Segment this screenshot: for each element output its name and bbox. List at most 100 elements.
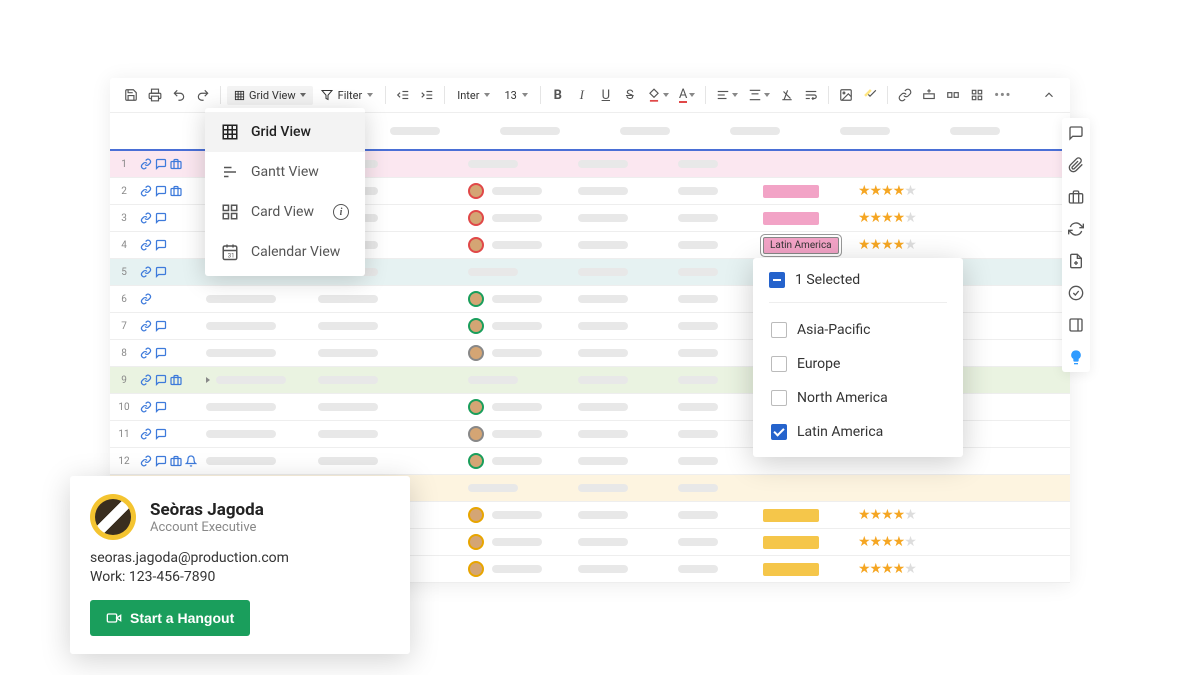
more-icon[interactable]: ••• <box>990 84 1015 106</box>
link-icon[interactable] <box>140 428 152 440</box>
row-avatar[interactable] <box>468 210 484 226</box>
redo-icon[interactable] <box>192 84 214 106</box>
comment-icon[interactable] <box>155 455 167 467</box>
valign-icon[interactable] <box>744 84 774 106</box>
briefcase-icon[interactable] <box>170 374 182 386</box>
rating-stars[interactable]: ★★★★★ <box>858 183 916 199</box>
link-icon[interactable] <box>140 347 152 359</box>
comment-icon[interactable] <box>155 320 167 332</box>
print-icon[interactable] <box>144 84 166 106</box>
link-icon[interactable] <box>140 185 152 197</box>
comment-icon[interactable] <box>155 401 167 413</box>
bold-icon[interactable]: B <box>547 84 569 106</box>
briefcase-icon[interactable] <box>170 158 182 170</box>
attachment-rail-icon[interactable] <box>1067 156 1085 174</box>
link-icon[interactable] <box>140 293 152 305</box>
link-icon[interactable] <box>140 239 152 251</box>
link-icon[interactable] <box>140 320 152 332</box>
rating-stars[interactable]: ★★★★★ <box>858 534 916 550</box>
undo-icon[interactable] <box>168 84 190 106</box>
expand-icon[interactable] <box>206 377 210 383</box>
link-icon[interactable] <box>140 212 152 224</box>
row-avatar[interactable] <box>468 453 484 469</box>
comment-icon[interactable] <box>155 212 167 224</box>
view-selector[interactable]: Grid View <box>227 86 313 105</box>
row-avatar[interactable] <box>468 507 484 523</box>
link-icon[interactable] <box>140 374 152 386</box>
merge-icon[interactable] <box>942 84 964 106</box>
region-tag[interactable]: Latin America <box>763 237 839 254</box>
filter-button[interactable]: Filter <box>315 86 380 105</box>
briefcase-rail-icon[interactable] <box>1067 188 1085 206</box>
comment-rail-icon[interactable] <box>1067 124 1085 142</box>
comment-icon[interactable] <box>155 239 167 251</box>
info-icon[interactable]: i <box>333 204 349 220</box>
save-icon[interactable] <box>120 84 142 106</box>
link-icon[interactable] <box>894 84 916 106</box>
region-tag[interactable] <box>763 536 819 549</box>
rating-stars[interactable]: ★★★★★ <box>858 210 916 226</box>
function-icon[interactable] <box>966 84 988 106</box>
filter-option[interactable]: North America <box>769 381 947 415</box>
rating-stars[interactable]: ★★★★★ <box>858 507 916 523</box>
rating-stars[interactable]: ★★★★★ <box>858 561 916 577</box>
wrap-text-icon[interactable] <box>800 84 822 106</box>
briefcase-icon[interactable] <box>170 185 182 197</box>
filter-option[interactable]: Asia-Pacific <box>769 313 947 347</box>
row-avatar[interactable] <box>468 183 484 199</box>
filter-option[interactable]: Latin America <box>769 415 947 449</box>
panel-rail-icon[interactable] <box>1067 316 1085 334</box>
view-menu-item[interactable]: Grid View <box>205 112 365 152</box>
link-icon[interactable] <box>140 266 152 278</box>
font-size-select[interactable]: 13 <box>498 86 533 105</box>
underline-icon[interactable]: U <box>595 84 617 106</box>
comment-icon[interactable] <box>155 266 167 278</box>
highlight-icon[interactable] <box>859 84 881 106</box>
row-avatar[interactable] <box>468 534 484 550</box>
region-tag[interactable] <box>763 212 819 225</box>
comment-icon[interactable] <box>155 374 167 386</box>
region-tag[interactable] <box>763 509 819 522</box>
row-avatar[interactable] <box>468 426 484 442</box>
align-icon[interactable] <box>712 84 742 106</box>
view-menu-item[interactable]: Card Viewi <box>205 192 365 232</box>
activity-rail-icon[interactable] <box>1067 284 1085 302</box>
link-icon[interactable] <box>140 401 152 413</box>
text-color-icon[interactable]: A <box>675 84 699 106</box>
start-hangout-button[interactable]: Start a Hangout <box>90 600 250 636</box>
italic-icon[interactable]: I <box>571 84 593 106</box>
comment-icon[interactable] <box>155 185 167 197</box>
row-avatar[interactable] <box>468 291 484 307</box>
image-icon[interactable] <box>835 84 857 106</box>
hint-rail-icon[interactable] <box>1067 348 1085 366</box>
row-avatar[interactable] <box>468 399 484 415</box>
refresh-rail-icon[interactable] <box>1067 220 1085 238</box>
insert-row-icon[interactable] <box>918 84 940 106</box>
row-avatar[interactable] <box>468 237 484 253</box>
link-icon[interactable] <box>140 455 152 467</box>
indent-icon[interactable] <box>416 84 438 106</box>
chevron-up-icon[interactable] <box>1038 84 1060 106</box>
comment-icon[interactable] <box>155 158 167 170</box>
row-avatar[interactable] <box>468 318 484 334</box>
strikethrough-icon[interactable]: S <box>619 84 641 106</box>
link-icon[interactable] <box>140 158 152 170</box>
view-menu-item[interactable]: Gantt View <box>205 152 365 192</box>
file-add-rail-icon[interactable] <box>1067 252 1085 270</box>
region-tag[interactable] <box>763 563 819 576</box>
row-avatar[interactable] <box>468 561 484 577</box>
clear-format-icon[interactable] <box>776 84 798 106</box>
outdent-icon[interactable] <box>392 84 414 106</box>
comment-icon[interactable] <box>155 347 167 359</box>
row-avatar[interactable] <box>468 345 484 361</box>
indeterminate-checkbox-icon[interactable] <box>769 272 785 288</box>
rating-stars[interactable]: ★★★★★ <box>858 237 916 253</box>
font-family-select[interactable]: Inter <box>451 86 496 105</box>
comment-icon[interactable] <box>155 428 167 440</box>
fill-color-icon[interactable] <box>643 84 673 106</box>
bell-icon[interactable] <box>185 455 197 467</box>
filter-option[interactable]: Europe <box>769 347 947 381</box>
briefcase-icon[interactable] <box>170 455 182 467</box>
view-menu-item[interactable]: 31Calendar View <box>205 232 365 272</box>
region-tag[interactable] <box>763 185 819 198</box>
